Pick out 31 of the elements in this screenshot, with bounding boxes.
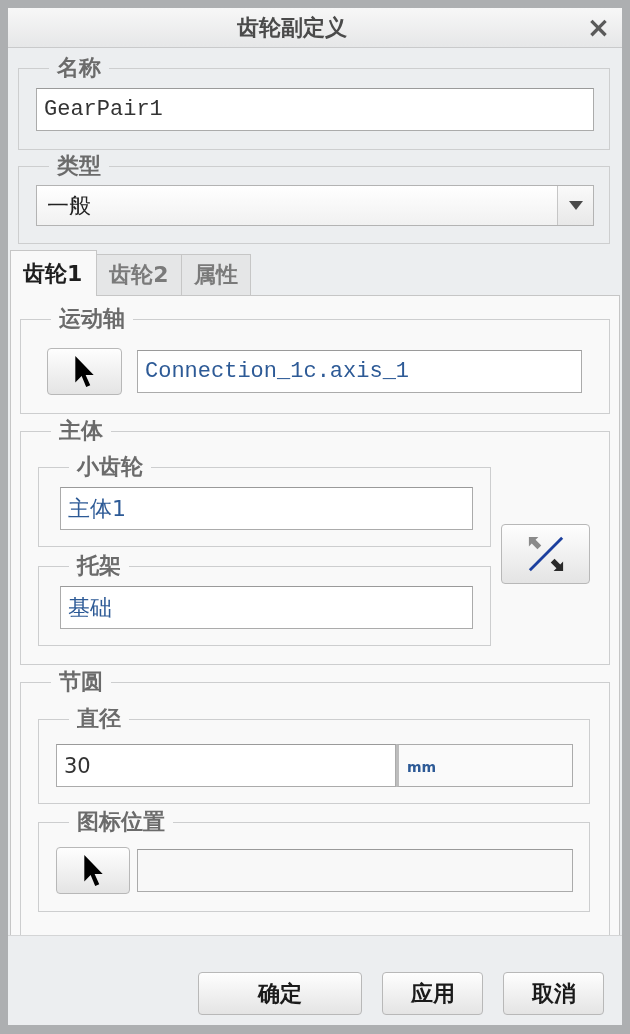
dialog-button[interactable]: 确定 — [198, 972, 362, 1015]
group-label: 类型 — [56, 152, 102, 180]
group-label: 名称 — [56, 54, 102, 82]
dialog-button[interactable]: 应用 — [382, 972, 483, 1015]
caret-icon — [568, 201, 583, 210]
pointer-icon — [83, 855, 103, 886]
type-dropdown[interactable]: 一般 — [36, 185, 594, 226]
unit-field: mm — [396, 744, 573, 787]
dropdown-button[interactable] — [557, 186, 593, 225]
pinion-field[interactable]: 主体1 — [60, 487, 473, 530]
group-label: 运动轴 — [58, 305, 126, 333]
group-label: 主体 — [58, 417, 104, 445]
close-button[interactable]: × — [575, 8, 622, 47]
pointer-icon — [75, 356, 94, 387]
group-label: 节圆 — [58, 668, 104, 696]
window-title: 齿轮副定义 — [235, 13, 348, 42]
group-label: 直径 — [76, 705, 122, 733]
carrier-field[interactable]: 基础 — [60, 586, 473, 629]
group-label: 小齿轮 — [75, 453, 144, 481]
pick-button[interactable] — [47, 348, 122, 395]
group-label: 图标位置 — [76, 808, 166, 836]
group-label: 托架 — [75, 552, 122, 580]
tab[interactable]: 齿轮1 — [10, 250, 98, 296]
diameter-field[interactable]: 30 — [56, 744, 396, 787]
dialog-button[interactable]: 取消 — [503, 972, 604, 1015]
swap-button[interactable] — [501, 523, 590, 584]
location-field[interactable] — [137, 849, 573, 892]
swap-icon — [526, 534, 565, 573]
axis-field[interactable]: Connection_1c.axis_1 — [137, 350, 582, 393]
pick-button[interactable] — [56, 847, 130, 894]
name-field[interactable]: GearPair1 — [36, 88, 594, 131]
